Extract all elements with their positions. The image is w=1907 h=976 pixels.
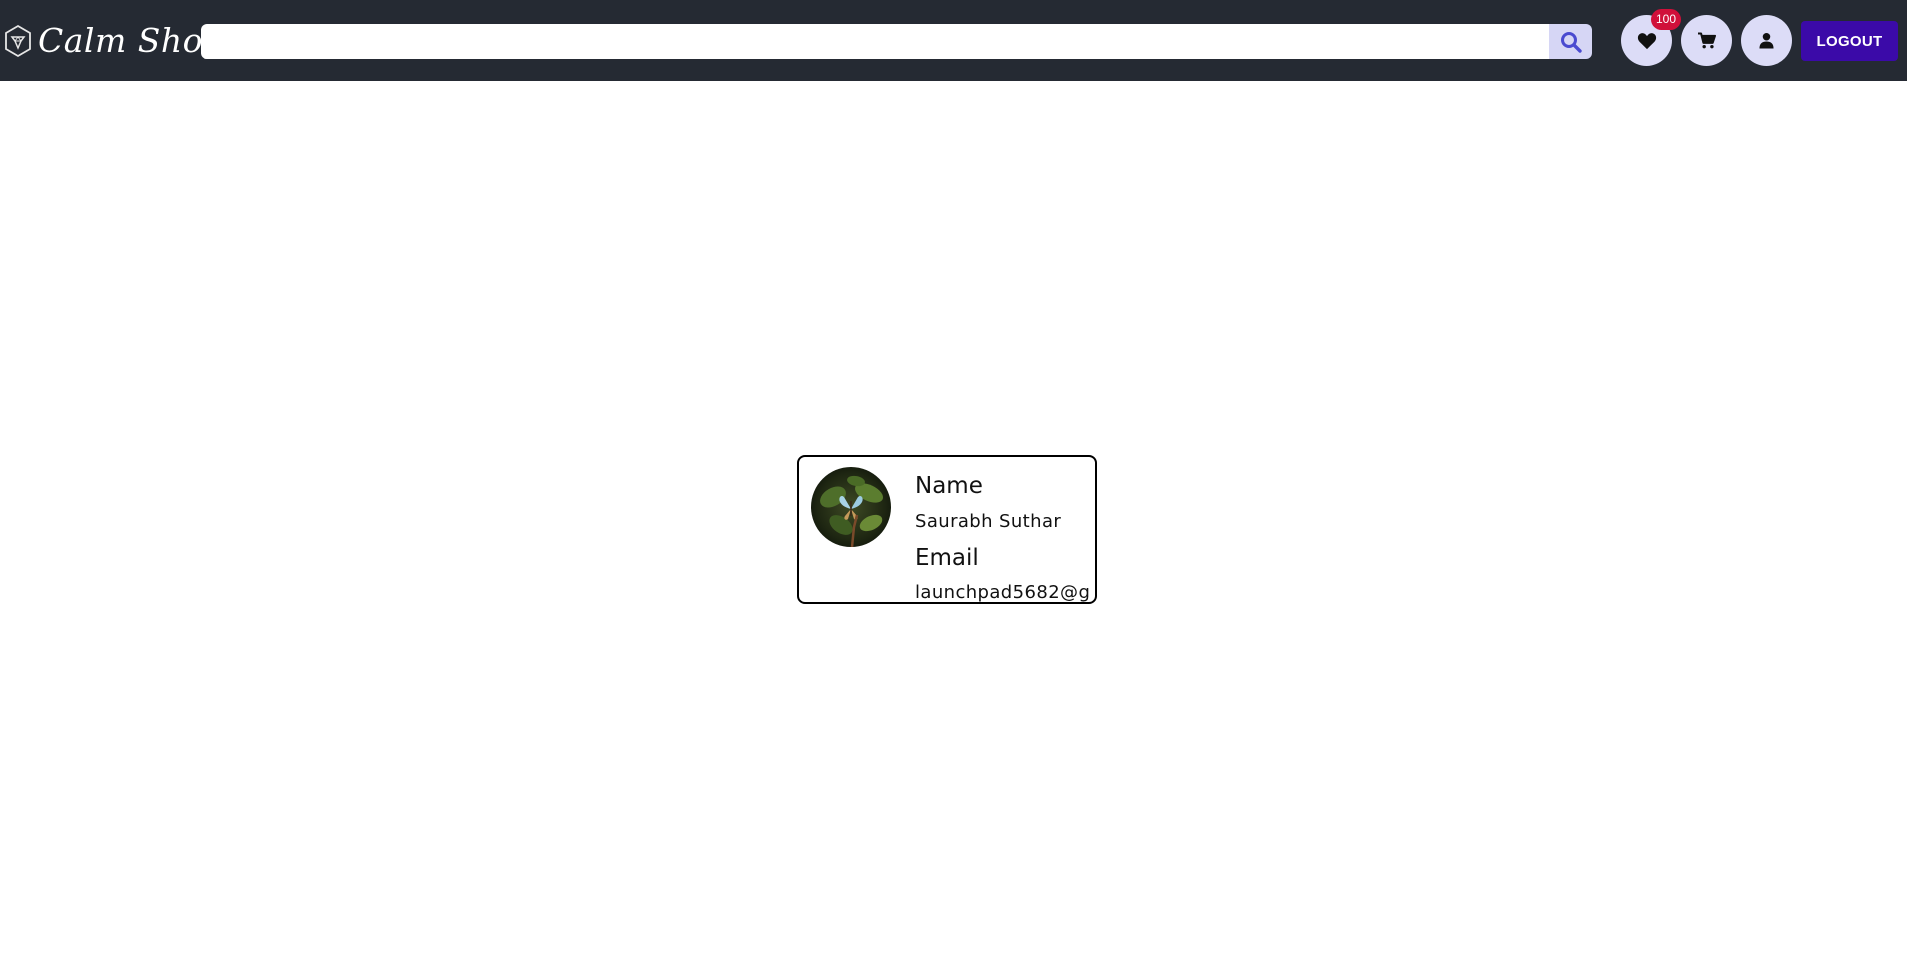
user-icon bbox=[1759, 33, 1774, 49]
cart-icon bbox=[1698, 32, 1716, 49]
brand-name: Calm Shop bbox=[38, 21, 225, 60]
email-label: Email bbox=[915, 545, 979, 571]
search-bar bbox=[201, 24, 1592, 59]
name-value: Saurabh Suthar bbox=[915, 511, 1062, 532]
profile-card: Name Saurabh Suthar Email launchpad5682@… bbox=[797, 455, 1097, 604]
search-button[interactable] bbox=[1549, 24, 1592, 59]
heart-icon bbox=[1637, 32, 1656, 49]
cart-button[interactable] bbox=[1681, 15, 1732, 66]
wishlist-count-badge: 100 bbox=[1651, 9, 1681, 30]
account-button[interactable] bbox=[1741, 15, 1792, 66]
name-label: Name bbox=[915, 473, 983, 499]
email-value: launchpad5682@g bbox=[915, 582, 1091, 603]
search-input[interactable] bbox=[201, 24, 1549, 59]
top-navbar: Calm Shop 100 LOGOUT bbox=[0, 0, 1907, 81]
logout-button[interactable]: LOGOUT bbox=[1801, 21, 1898, 61]
avatar bbox=[811, 467, 891, 547]
brand-logo-link[interactable]: Calm Shop bbox=[3, 18, 225, 64]
search-icon bbox=[1560, 31, 1582, 53]
diamond-shield-icon bbox=[5, 24, 31, 58]
